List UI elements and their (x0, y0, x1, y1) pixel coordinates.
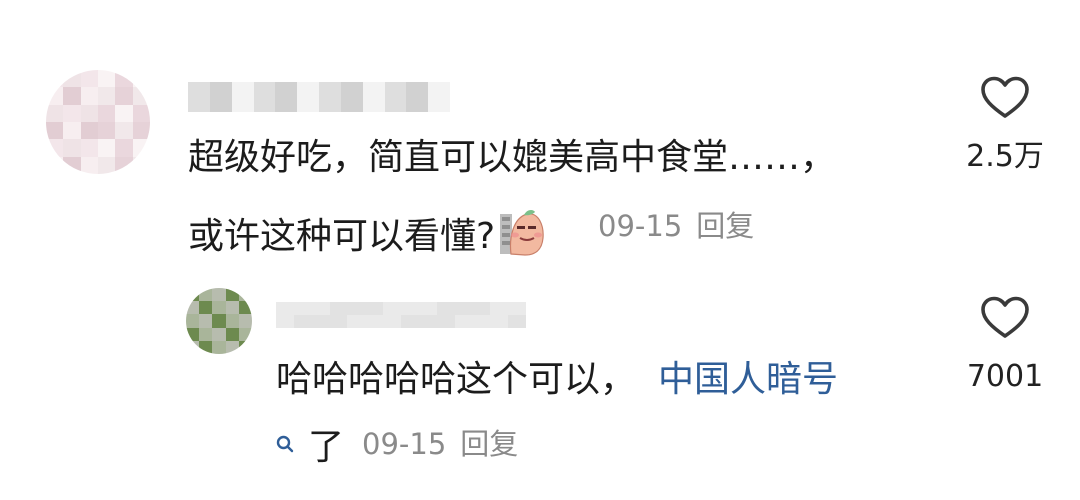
commenter-avatar[interactable] (46, 70, 150, 174)
search-icon[interactable] (276, 424, 294, 453)
comment-like-button[interactable]: 2.5万 (960, 76, 1050, 172)
comment-text-line-2: 或许这种可以看懂? (188, 208, 547, 258)
heart-outline-icon (981, 76, 1029, 118)
reply-text: 哈哈哈哈哈这个可以， 中国人暗号 (276, 362, 838, 398)
reply-like-button[interactable]: 7001 (960, 296, 1050, 392)
commenter-username[interactable] (188, 82, 450, 112)
reply-trailing-text: 了 (308, 427, 345, 468)
comment-text-line-2-content: 或许这种可以看懂? (188, 216, 496, 257)
reply-reply-button[interactable]: 回复 (460, 427, 518, 461)
emoji-sticker-icon (497, 208, 547, 258)
reply-meta: 09-15 回复 (362, 430, 518, 459)
heart-outline-icon (981, 296, 1029, 338)
reply-text-line-2: 了 (276, 424, 344, 466)
replier-username[interactable] (276, 302, 526, 328)
comment-date: 09-15 (598, 209, 683, 243)
reply-search-link[interactable]: 中国人暗号 (658, 359, 838, 400)
reply-date: 09-15 (362, 427, 447, 461)
reply-like-count: 7001 (966, 359, 1044, 394)
comment-reply-button[interactable]: 回复 (696, 209, 754, 243)
comment-like-count: 2.5万 (966, 139, 1044, 174)
replier-avatar[interactable] (186, 288, 252, 354)
reply-text-content: 哈哈哈哈哈这个可以， (276, 359, 637, 400)
comment-text-line-1: 超级好吃，简直可以媲美高中食堂……， (188, 137, 837, 178)
comment-meta: 09-15 回复 (598, 212, 754, 241)
